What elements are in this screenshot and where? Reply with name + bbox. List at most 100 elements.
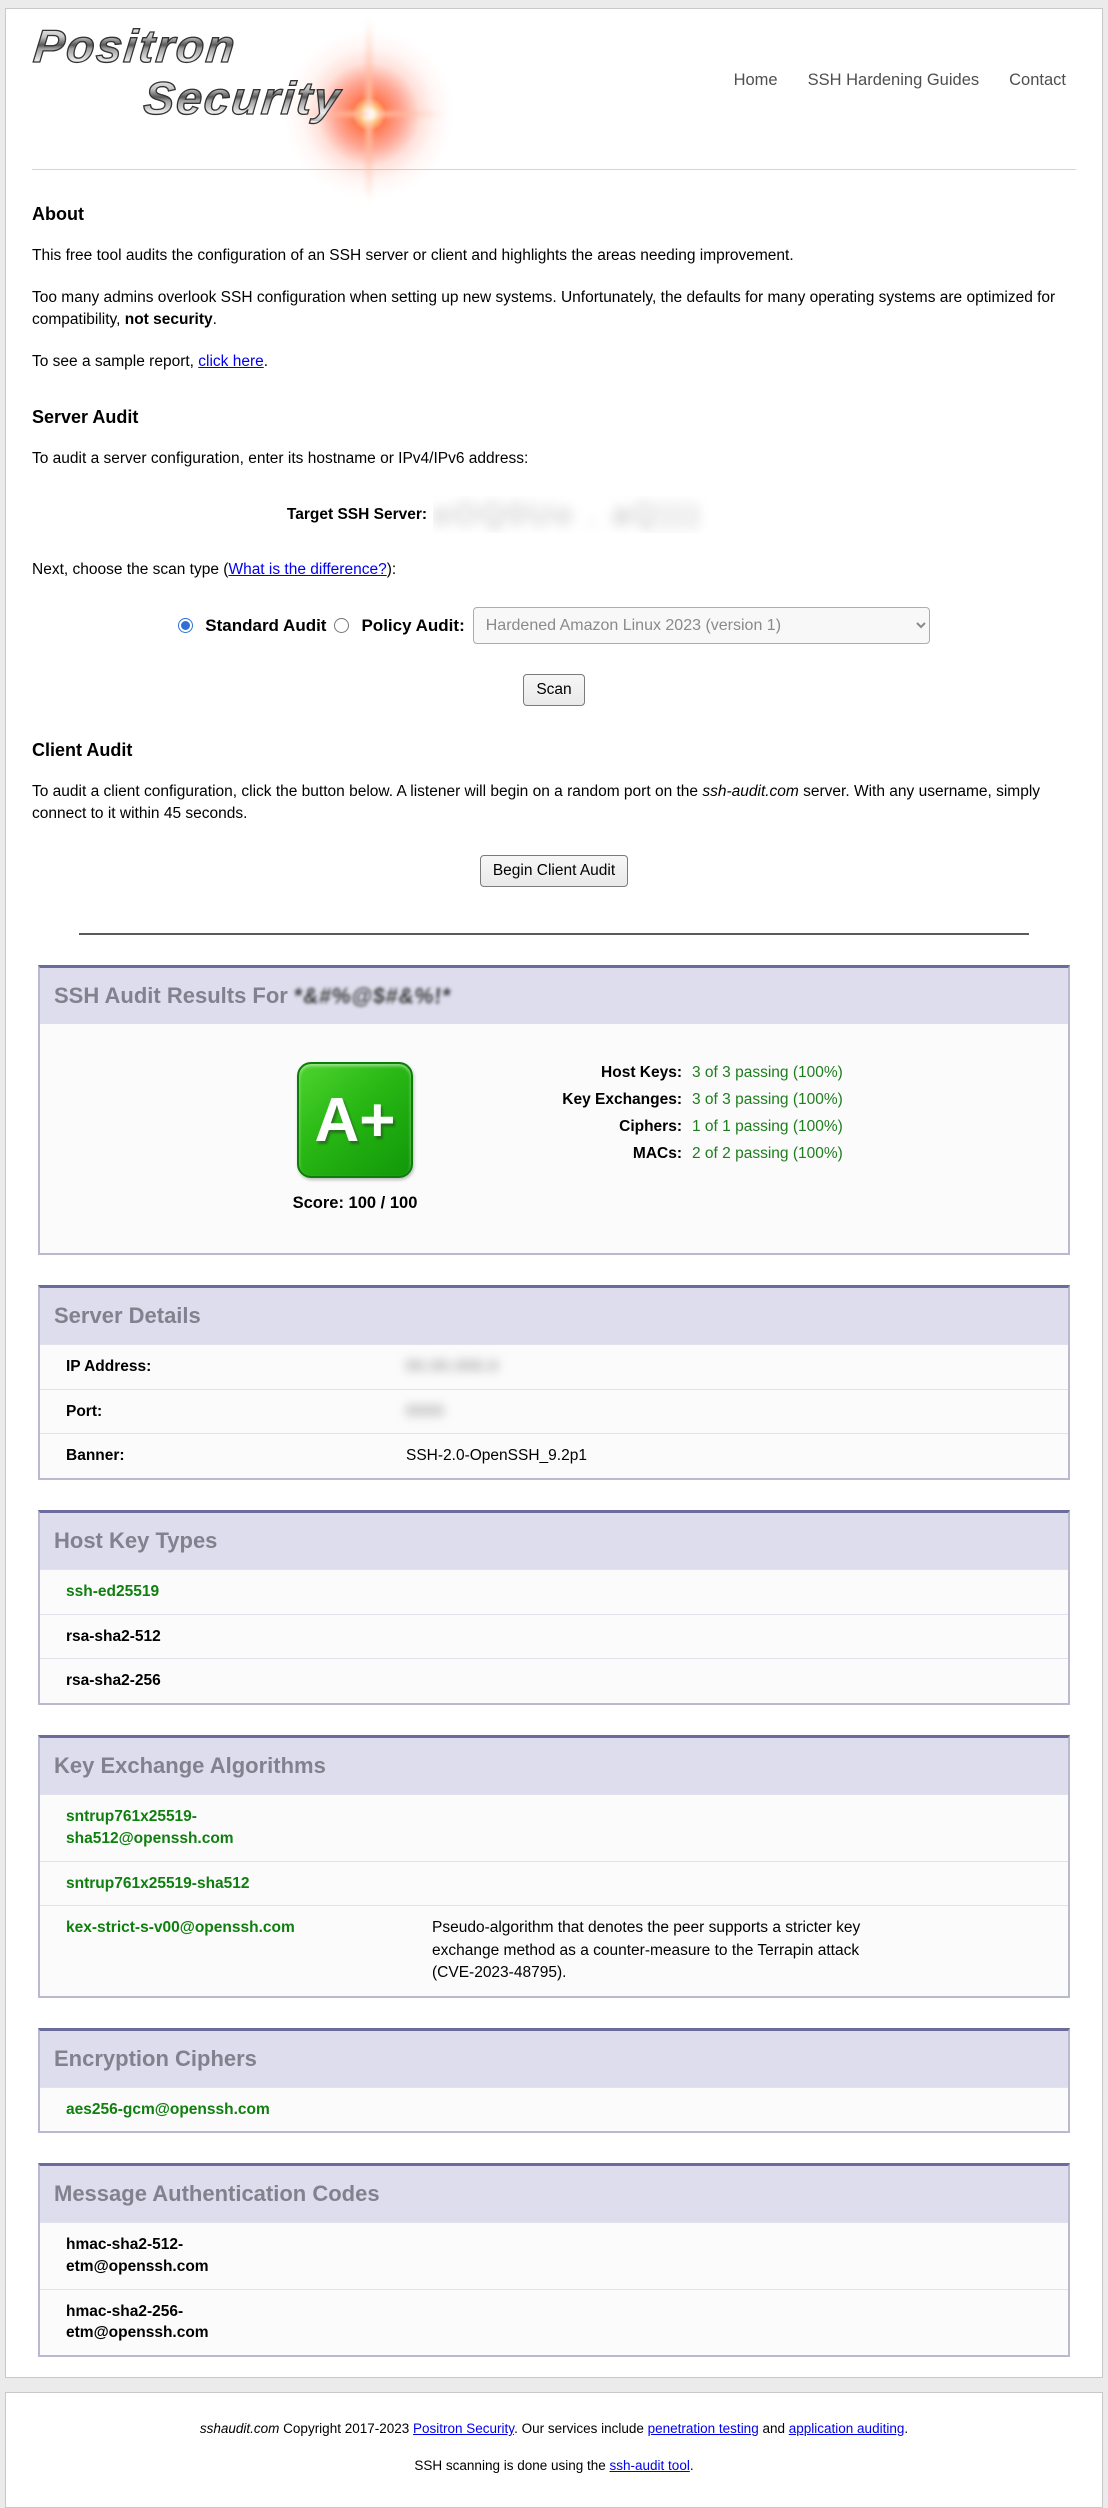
footer-and-text: and — [759, 2421, 789, 2436]
header-divider — [32, 169, 1076, 170]
footer-line2-period: . — [690, 2458, 694, 2473]
nav-link-ssh-hardening-guides[interactable]: SSH Hardening Guides — [808, 71, 980, 90]
policy-audit-label: Policy Audit: — [361, 616, 464, 636]
stat-label: Ciphers: — [520, 1118, 682, 1136]
client-audit-heading: Client Audit — [32, 740, 1076, 761]
brand-logo[interactable]: Positron Security — [34, 23, 464, 163]
begin-client-audit-button[interactable]: Begin Client Audit — [480, 855, 628, 887]
stat-value: 3 of 3 passing (100%) — [692, 1091, 843, 1109]
scan-type-end: ): — [387, 561, 396, 578]
host-key-name: ssh-ed25519 — [66, 1581, 316, 1603]
footer-period: . — [904, 2421, 908, 2436]
footer-line-2: SSH scanning is done using the ssh-audit… — [26, 2458, 1082, 2473]
ip-address-value: 00.00.000.0 — [406, 1356, 1068, 1378]
stat-label: Key Exchanges: — [520, 1091, 682, 1109]
list-item: sntrup761x25519-sha512@openssh.com — [40, 1794, 1068, 1860]
results-title-prefix: SSH Audit Results For — [54, 983, 294, 1008]
banner-value: SSH-2.0-OpenSSH_9.2p1 — [406, 1445, 1068, 1467]
stat-row-key-exchanges: Key Exchanges: 3 of 3 passing (100%) — [520, 1091, 843, 1109]
about-p2-end: . — [213, 311, 217, 328]
list-item: rsa-sha2-512 — [40, 1614, 1068, 1659]
footer-sshaudit-tool-link[interactable]: ssh-audit tool — [610, 2458, 690, 2473]
client-intro-domain: ssh-audit.com — [702, 783, 798, 800]
stat-value: 3 of 3 passing (100%) — [692, 1064, 843, 1082]
footer-positron-link[interactable]: Positron Security — [413, 2421, 514, 2436]
server-audit-heading: Server Audit — [32, 407, 1076, 428]
results-panel: SSH Audit Results For *&#%@$#&%!* A+ Sco… — [38, 965, 1070, 1255]
footer-appaudit-link[interactable]: application auditing — [789, 2421, 905, 2436]
client-audit-intro: To audit a client configuration, click t… — [32, 781, 1076, 825]
redacted-port: 0000 — [406, 1401, 444, 1423]
footer-line-1: sshaudit.com Copyright 2017-2023 Positro… — [26, 2421, 1082, 2436]
score-label: Score: 100 / 100 — [270, 1194, 440, 1213]
server-details-heading: Server Details — [40, 1288, 1068, 1344]
redacted-ip: 00.00.000.0 — [406, 1356, 499, 1378]
nav-link-contact[interactable]: Contact — [1009, 71, 1066, 90]
sample-report-text: To see a sample report, — [32, 353, 198, 370]
kex-name: sntrup761x25519-sha512 — [66, 1873, 316, 1895]
list-item: sntrup761x25519-sha512 — [40, 1861, 1068, 1906]
main-panel: Positron Security Home SSH Hardening Gui… — [5, 8, 1103, 2378]
scan-button[interactable]: Scan — [523, 674, 584, 706]
banner-label: Banner: — [66, 1445, 406, 1467]
footer-copyright-text: Copyright 2017-2023 — [279, 2421, 413, 2436]
brand-name-line2: Security — [142, 75, 467, 121]
stat-row-host-keys: Host Keys: 3 of 3 passing (100%) — [520, 1064, 843, 1082]
stat-row-macs: MACs: 2 of 2 passing (100%) — [520, 1145, 843, 1163]
host-key-name: rsa-sha2-512 — [66, 1626, 316, 1648]
port-label: Port: — [66, 1401, 406, 1423]
nav-link-home[interactable]: Home — [734, 71, 778, 90]
kex-name: sntrup761x25519-sha512@openssh.com — [66, 1806, 316, 1849]
grade-column: A+ Score: 100 / 100 — [270, 1052, 440, 1213]
target-ssh-server-label: Target SSH Server: — [287, 506, 427, 524]
results-divider — [79, 933, 1029, 935]
about-heading: About — [32, 204, 1076, 225]
server-details-panel: Server Details IP Address: 00.00.000.0 P… — [38, 1285, 1070, 1480]
scan-type-text: Next, choose the scan type ( — [32, 561, 228, 578]
stat-value: 1 of 1 passing (100%) — [692, 1118, 843, 1136]
scan-type-line: Next, choose the scan type (What is the … — [32, 559, 1076, 581]
target-server-row: Target SSH Server: oOQ0Uo . aQ))) — [32, 496, 1076, 533]
policy-audit-radio[interactable] — [334, 618, 349, 633]
ip-address-label: IP Address: — [66, 1356, 406, 1378]
results-panel-heading: SSH Audit Results For *&#%@$#&%!* — [40, 968, 1068, 1024]
sample-report-end: . — [264, 353, 268, 370]
standard-audit-label: Standard Audit — [205, 616, 326, 636]
target-ssh-server-input[interactable]: oOQ0Uo . aQ))) — [433, 496, 821, 533]
table-row: Port: 0000 — [40, 1389, 1068, 1434]
client-intro-text: To audit a client configuration, click t… — [32, 783, 702, 800]
mac-name: hmac-sha2-512-etm@openssh.com — [66, 2234, 316, 2277]
about-paragraph-3: To see a sample report, click here. — [32, 351, 1076, 373]
brand-name-line1: Positron — [32, 23, 467, 69]
table-row: IP Address: 00.00.000.0 — [40, 1344, 1068, 1389]
scan-type-options-row: Standard Audit Policy Audit: Hardened Am… — [32, 607, 1076, 644]
main-nav: Home SSH Hardening Guides Contact — [734, 71, 1066, 90]
port-value: 0000 — [406, 1401, 1068, 1423]
sample-report-link[interactable]: click here — [198, 353, 263, 370]
scan-type-difference-link[interactable]: What is the difference? — [228, 561, 386, 578]
mac-name: hmac-sha2-256-etm@openssh.com — [66, 2301, 316, 2344]
about-paragraph-1: This free tool audits the configuration … — [32, 245, 1076, 267]
list-item: kex-strict-s-v00@openssh.com Pseudo-algo… — [40, 1905, 1068, 1995]
encryption-ciphers-panel: Encryption Ciphers aes256-gcm@openssh.co… — [38, 2028, 1070, 2134]
grade-badge: A+ — [297, 1062, 413, 1178]
host-key-types-heading: Host Key Types — [40, 1513, 1068, 1569]
policy-select[interactable]: Hardened Amazon Linux 2023 (version 1) — [473, 607, 930, 644]
standard-audit-radio[interactable] — [178, 618, 193, 633]
footer-pentest-link[interactable]: penetration testing — [648, 2421, 759, 2436]
host-key-name: rsa-sha2-256 — [66, 1670, 316, 1692]
results-body: A+ Score: 100 / 100 Host Keys: 3 of 3 pa… — [40, 1024, 1068, 1253]
stat-value: 2 of 2 passing (100%) — [692, 1145, 843, 1163]
list-item: rsa-sha2-256 — [40, 1658, 1068, 1703]
macs-heading: Message Authentication Codes — [40, 2166, 1068, 2222]
about-p2-bold: not security — [125, 311, 213, 328]
server-audit-intro: To audit a server configuration, enter i… — [32, 448, 1076, 470]
footer-panel: sshaudit.com Copyright 2017-2023 Positro… — [5, 2392, 1103, 2508]
key-exchange-panel: Key Exchange Algorithms sntrup761x25519-… — [38, 1735, 1070, 1997]
list-item: aes256-gcm@openssh.com — [40, 2087, 1068, 2132]
cipher-name: aes256-gcm@openssh.com — [66, 2099, 316, 2121]
redacted-hostname: *&#%@$#&%!* — [293, 984, 452, 1009]
stat-label: MACs: — [520, 1145, 682, 1163]
key-exchange-heading: Key Exchange Algorithms — [40, 1738, 1068, 1794]
macs-panel: Message Authentication Codes hmac-sha2-5… — [38, 2163, 1070, 2357]
